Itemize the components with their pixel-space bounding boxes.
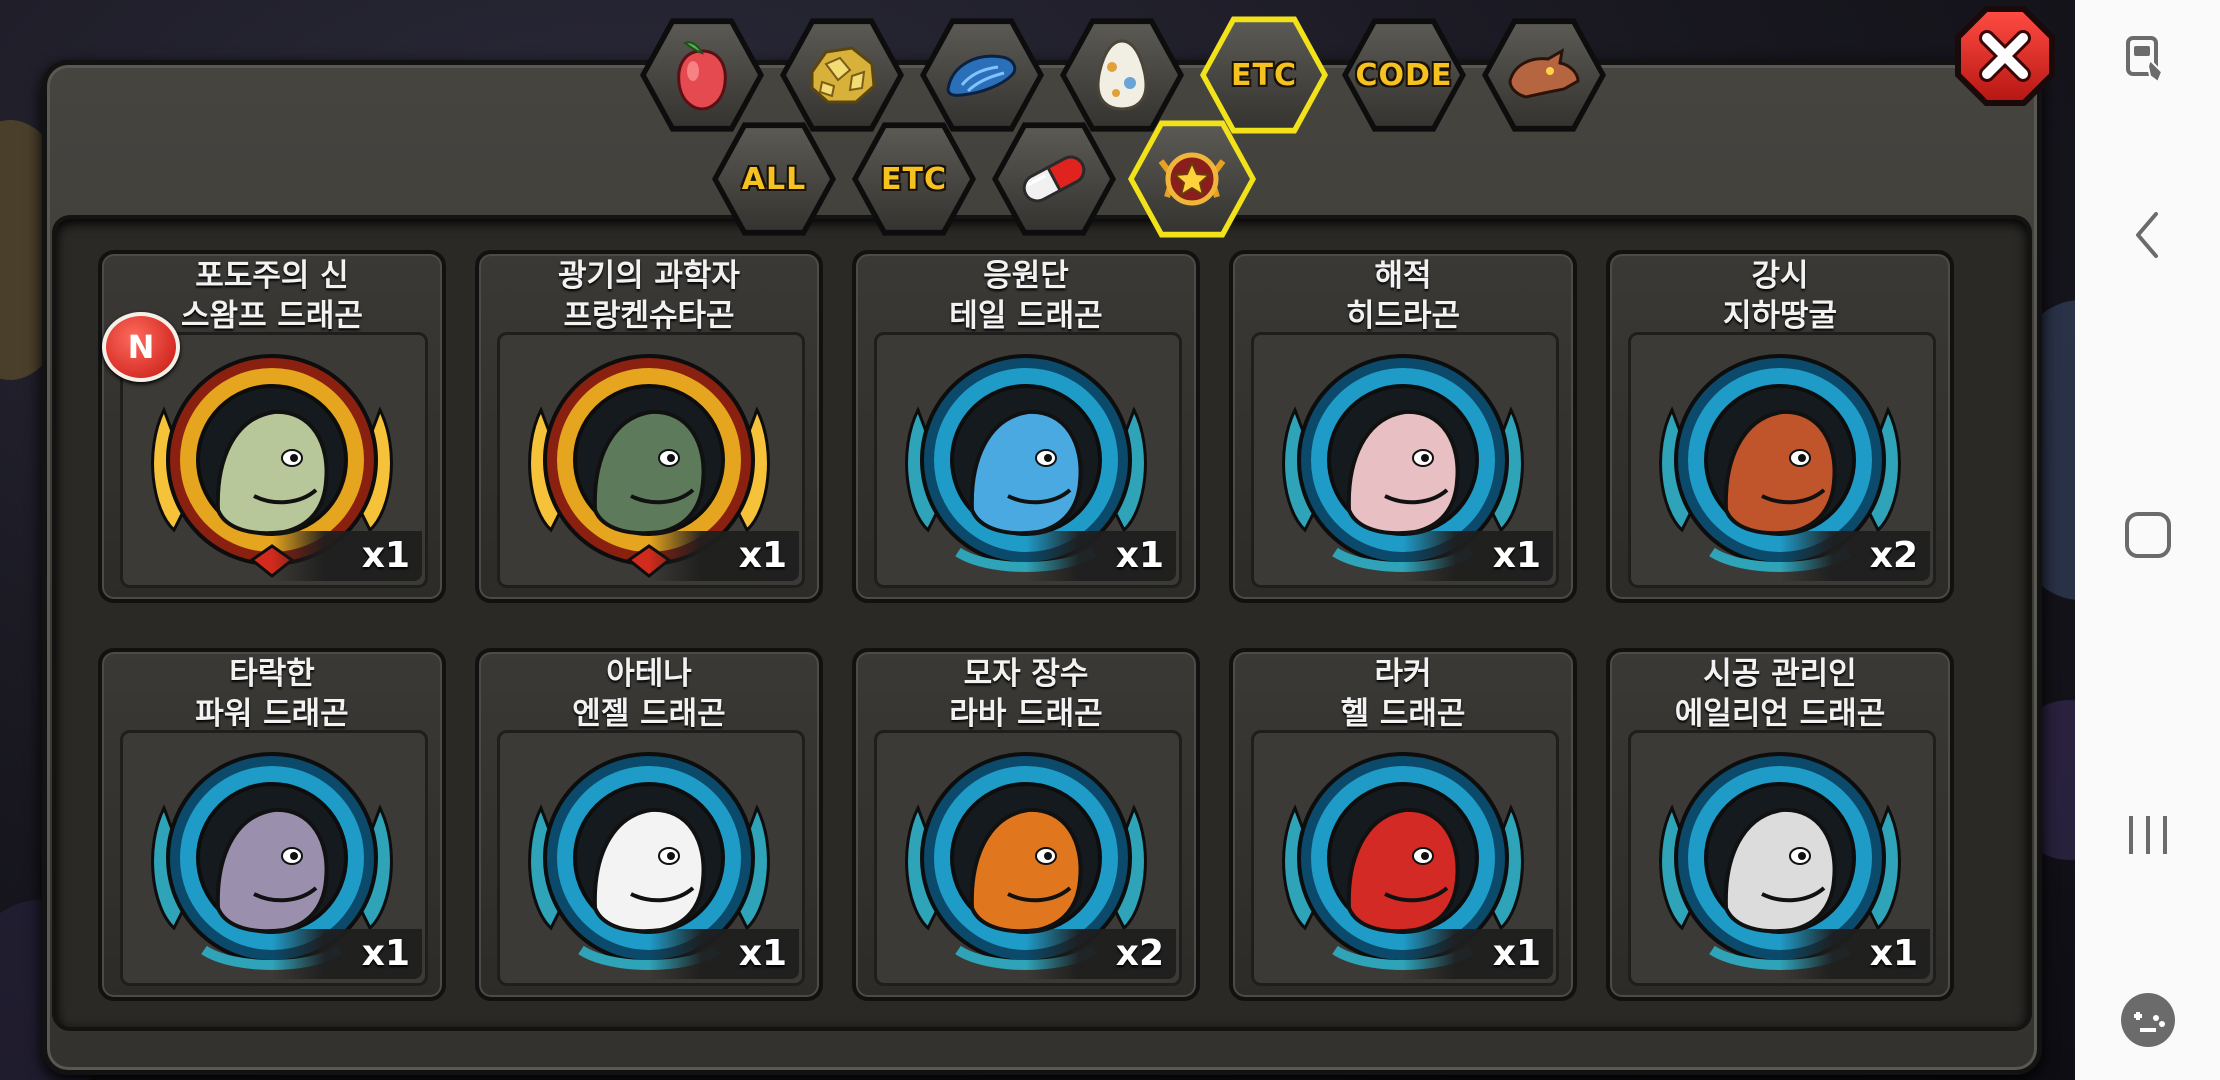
item-quantity: x1 [272,531,422,581]
tab-etc-top-label: ETC [1231,57,1297,93]
game-tools-icon [2120,993,2175,1047]
item-quantity: x2 [1026,929,1176,979]
item-card[interactable]: 아테나 엔젤 드래곤 x1 [475,648,823,1001]
fruit-icon [677,41,727,111]
item-quantity: x1 [649,531,799,581]
back-icon [2135,212,2158,258]
capsule-icon [1022,155,1086,203]
item-name: 광기의 과학자 프랑켄슈타곤 [558,258,740,334]
item-card[interactable]: 시공 관리인 에일리언 드래곤 x1 [1606,648,1954,1001]
recents-icon [2128,816,2167,854]
item-card[interactable]: 강시 지하땅굴 x2 [1606,250,1954,603]
blue-scale-icon [946,54,1017,97]
item-quantity: x1 [649,929,799,979]
item-card[interactable]: 응원단 테일 드래곤 x1 [852,250,1200,603]
item-name: 강시 지하땅굴 [1722,258,1838,334]
item-quantity: x2 [1780,531,1930,581]
gold-nugget-icon [810,46,876,104]
new-badge: N [102,312,180,382]
home-button[interactable] [2075,490,2220,580]
close-icon [1979,30,2031,82]
item-name: 응원단 테일 드래곤 [949,258,1103,334]
game-lock-button[interactable] [2075,20,2220,100]
item-card[interactable]: 해적 히드라곤 x1 [1229,250,1577,603]
star-emblem-icon [1158,152,1226,206]
tab-code-label: CODE [1355,57,1453,93]
item-card[interactable]: 타락한 파워 드래곤 x1 [98,648,446,1001]
subtab-all-label: ALL [741,161,807,197]
item-name: 시공 관리인 에일리언 드래곤 [1674,656,1886,732]
item-quantity: x1 [1026,531,1176,581]
item-card[interactable]: 라커 헬 드래곤 x1 [1229,648,1577,1001]
item-card[interactable]: 포도주의 신 스왐프 드래곤 x1 [98,250,446,603]
item-name: 해적 히드라곤 [1345,258,1461,334]
item-name: 타락한 파워 드래곤 [195,656,349,732]
item-quantity: x1 [1403,929,1553,979]
item-card[interactable]: 광기의 과학자 프랑켄슈타곤 x1 [475,250,823,603]
item-name: 라커 헬 드래곤 [1340,656,1466,732]
subtab-etc-label: ETC [881,161,947,197]
item-card[interactable]: 모자 장수 라바 드래곤 x2 [852,648,1200,1001]
home-icon [2124,512,2171,558]
item-quantity: x1 [272,929,422,979]
game-tools-button[interactable] [2075,980,2220,1060]
egg-icon [1096,39,1148,111]
system-navigation-bar [2075,0,2220,1080]
item-name: 아테나 엔젤 드래곤 [572,656,726,732]
item-quantity: x1 [1780,929,1930,979]
recents-button[interactable] [2075,790,2220,880]
item-name: 모자 장수 라바 드래곤 [949,656,1103,732]
dragon-head-icon [1508,48,1580,99]
close-button[interactable] [1955,6,2055,106]
item-quantity: x1 [1403,531,1553,581]
back-button[interactable] [2075,190,2220,280]
game-controller-lock-icon [2125,36,2163,84]
